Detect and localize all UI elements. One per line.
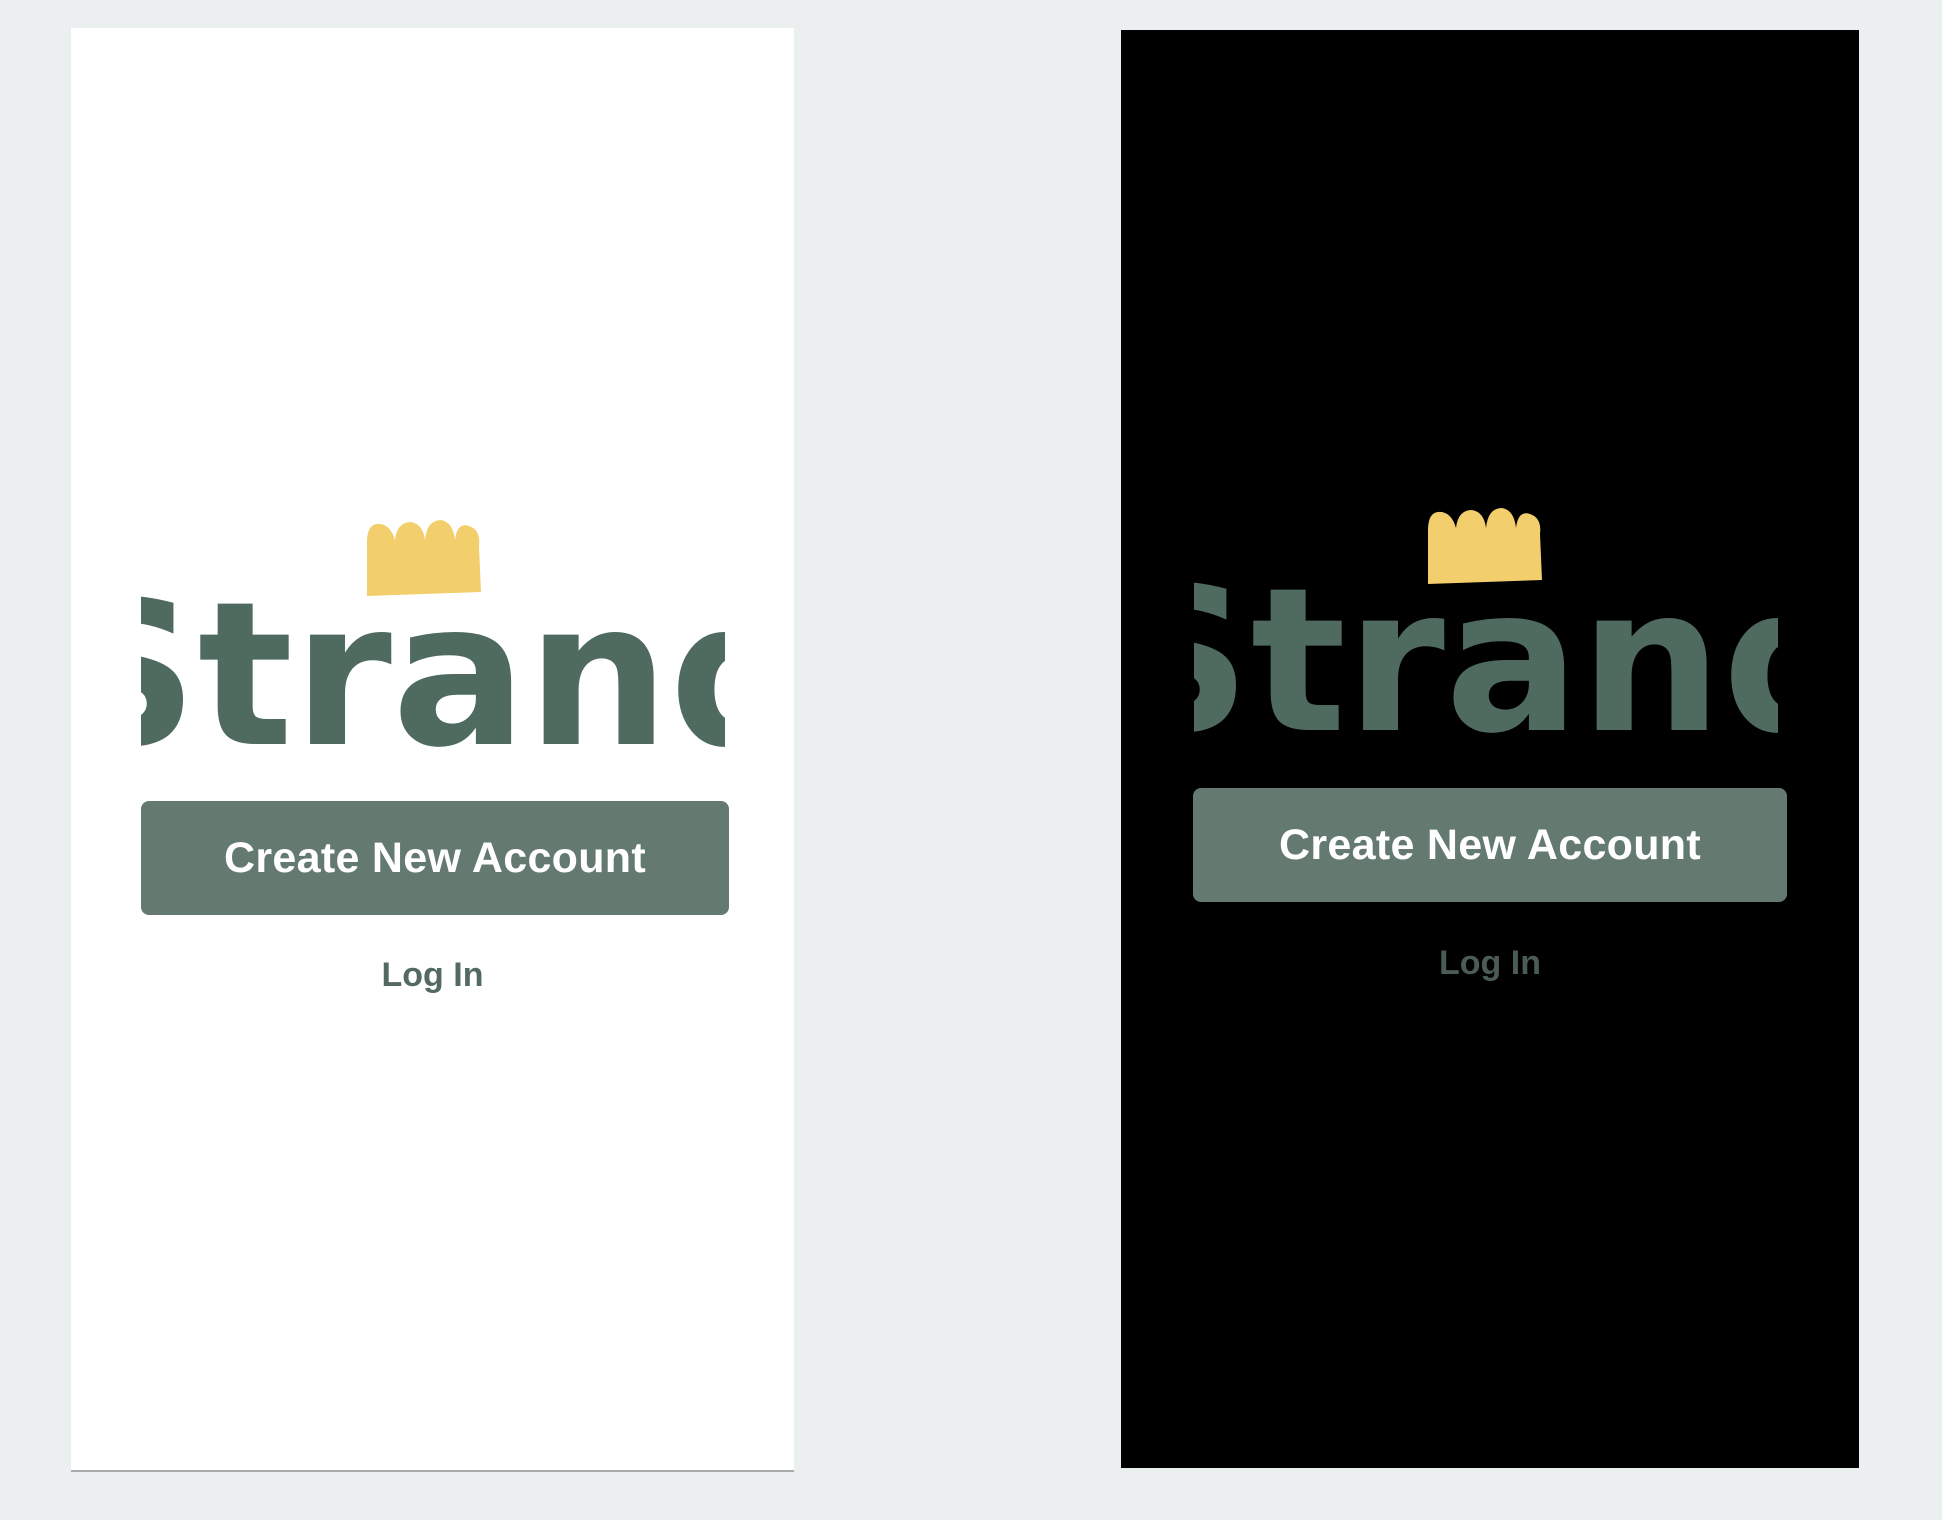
light-mode-screen: Strand Create New Account Log In [71,28,794,1472]
create-account-label: Create New Account [1279,820,1701,869]
strand-logo: Strand [141,512,725,757]
strand-logo: Strand [1194,498,1778,743]
create-account-button[interactable]: Create New Account [1193,788,1787,902]
login-link[interactable]: Log In [1121,944,1859,983]
dark-mode-screen: Strand Create New Account Log In [1121,30,1859,1468]
svg-text:Strand: Strand [1194,545,1778,743]
svg-text:Strand: Strand [141,559,725,757]
login-link[interactable]: Log In [71,956,794,995]
create-account-label: Create New Account [224,833,646,882]
create-account-button[interactable]: Create New Account [141,801,729,915]
